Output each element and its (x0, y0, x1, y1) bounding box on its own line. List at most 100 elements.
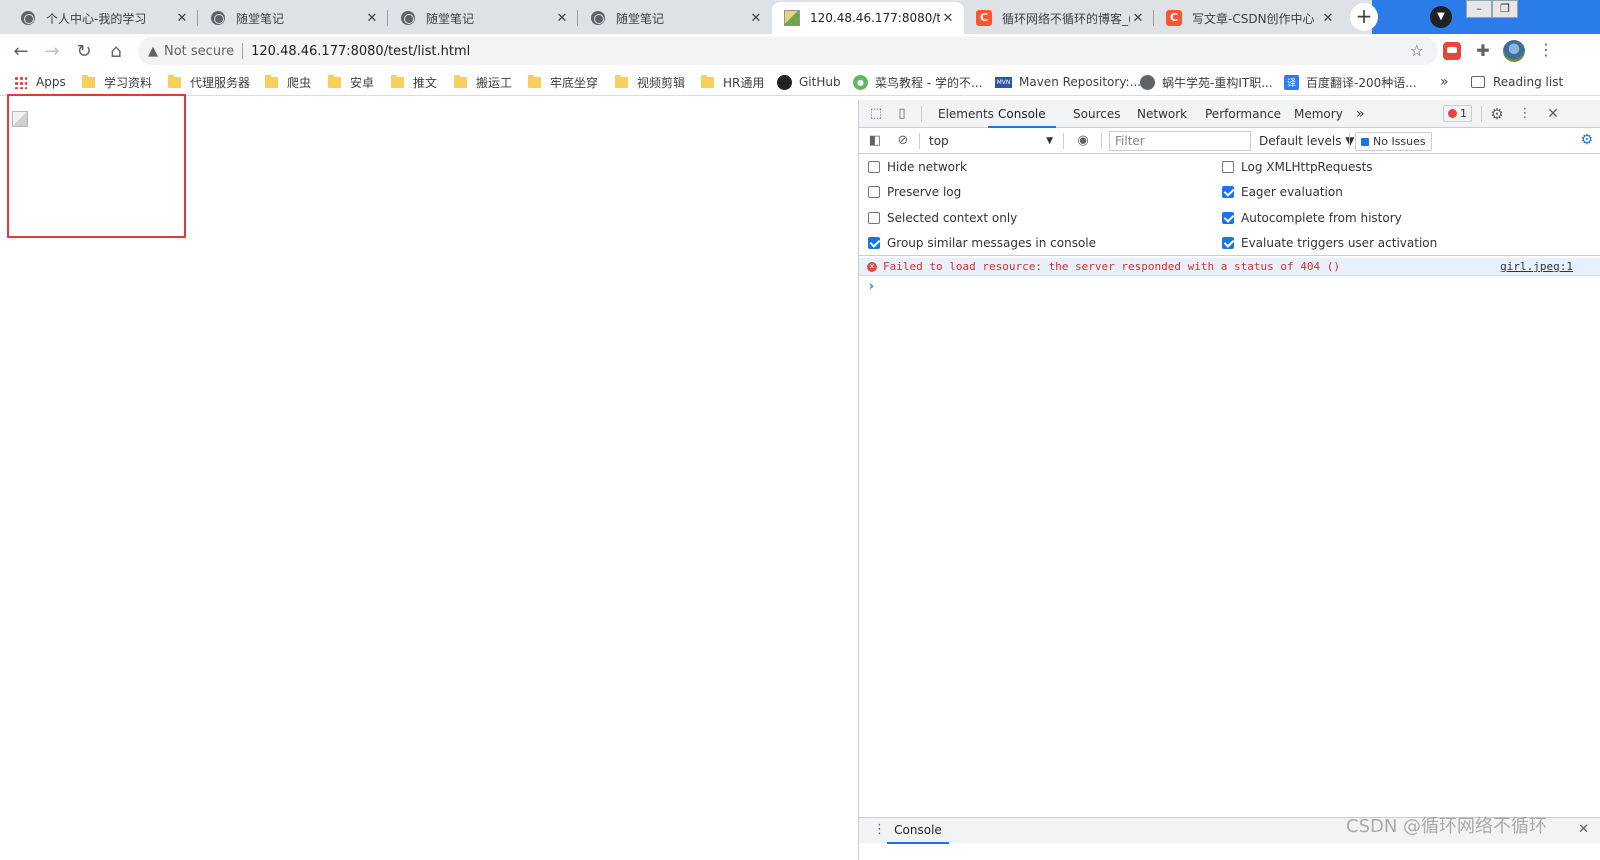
bookmark-star-icon[interactable]: ☆ (1410, 41, 1424, 60)
option-hide-network[interactable]: Hide network (868, 159, 967, 175)
more-tabs-button[interactable]: » (1356, 100, 1365, 128)
bookmark-folder[interactable]: 视频剪辑 (615, 73, 685, 91)
devtools-panel: ⬚ ▯ Elements Console Sources Network Per… (858, 100, 1600, 860)
settings-gear-icon[interactable]: ⚙ (1489, 106, 1505, 122)
checkbox-checked[interactable] (1222, 212, 1234, 224)
back-icon[interactable]: ← (9, 39, 33, 63)
home-icon[interactable]: ⌂ (104, 39, 128, 63)
bookmark-folder[interactable]: 学习资料 (82, 73, 152, 91)
bookmark-folder[interactable]: 推文 (391, 73, 437, 91)
option-log-xhr[interactable]: Log XMLHttpRequests (1222, 159, 1373, 175)
extension-icon[interactable] (1443, 42, 1461, 60)
option-group-similar[interactable]: Group similar messages in console (868, 235, 1096, 251)
device-toolbar-icon[interactable]: ▯ (894, 106, 910, 122)
bookmark-runoob[interactable]: ● 菜鸟教程 - 学的不... (853, 73, 982, 91)
drawer-tab-console[interactable]: Console (887, 818, 949, 844)
tab-sources[interactable]: Sources (1073, 100, 1120, 128)
apps-grid-icon (14, 75, 27, 89)
close-icon[interactable]: ✕ (748, 10, 764, 26)
checkbox[interactable] (868, 212, 880, 224)
issues-button[interactable]: No Issues (1355, 132, 1432, 151)
close-devtools-icon[interactable]: ✕ (1545, 106, 1561, 122)
tab-3[interactable]: 随堂笔记 ✕ (388, 2, 578, 34)
console-prompt[interactable]: › (869, 279, 874, 293)
bookmarks-overflow-button[interactable]: » (1440, 73, 1449, 91)
close-drawer-icon[interactable]: ✕ (1578, 822, 1589, 837)
globe-icon (1140, 74, 1155, 90)
bookmark-folder[interactable]: 搬运工 (454, 73, 512, 91)
bookmark-folder[interactable]: 牢底坐穿 (528, 73, 598, 91)
new-tab-button[interactable]: + (1350, 3, 1378, 31)
close-icon[interactable]: ✕ (1320, 10, 1336, 26)
menu-kebab-icon[interactable]: ⋮ (1538, 40, 1554, 59)
address-bar[interactable]: ▲ Not secure 120.48.46.177:8080/test/lis… (138, 37, 1438, 65)
tab-performance[interactable]: Performance (1205, 100, 1281, 128)
bookmark-snail[interactable]: 蜗牛学苑-重构IT职... (1140, 73, 1273, 91)
close-icon[interactable]: ✕ (554, 10, 570, 26)
inspect-element-icon[interactable]: ⬚ (868, 106, 884, 122)
option-autocomplete-history[interactable]: Autocomplete from history (1222, 210, 1402, 226)
tab-search-icon[interactable]: ▼ (1430, 6, 1452, 28)
close-icon[interactable]: ✕ (940, 10, 956, 26)
console-error-message[interactable]: ✕ Failed to load resource: the server re… (859, 258, 1600, 276)
drawer-kebab-icon[interactable]: ⋮ (873, 822, 886, 837)
checkbox[interactable] (868, 161, 880, 173)
close-icon[interactable]: ✕ (364, 10, 380, 26)
tab-1[interactable]: 个人中心-我的学习 ✕ (8, 2, 198, 34)
tab-7[interactable]: C 写文章-CSDN创作中心 ✕ (1154, 2, 1344, 34)
error-icon: ✕ (867, 262, 877, 272)
log-levels-dropdown[interactable]: Default levels ▼ (1259, 132, 1355, 150)
bookmark-folder[interactable]: HR通用 (701, 73, 764, 91)
broken-image-icon (12, 111, 28, 127)
devtools-kebab-icon[interactable]: ⋮ (1517, 106, 1533, 122)
extensions-puzzle-icon[interactable]: ✚ (1474, 42, 1492, 60)
console-settings-gear-icon[interactable]: ⚙ (1580, 132, 1593, 148)
tab-2[interactable]: 随堂笔记 ✕ (198, 2, 388, 34)
reading-list-button[interactable]: Reading list (1471, 73, 1563, 91)
checkbox-checked[interactable] (868, 237, 880, 249)
tab-4[interactable]: 随堂笔记 ✕ (578, 2, 772, 34)
profile-avatar[interactable] (1503, 40, 1525, 62)
bookmark-folder[interactable]: 代理服务器 (168, 73, 250, 91)
checkbox[interactable] (1222, 161, 1234, 173)
reload-icon[interactable]: ↻ (72, 39, 96, 63)
checkbox-checked[interactable] (1222, 186, 1234, 198)
bookmark-folder[interactable]: 安卓 (328, 73, 374, 91)
restore-icon[interactable]: ❐ (1492, 0, 1518, 18)
bookmark-apps[interactable]: Apps (14, 73, 66, 91)
tab-console[interactable]: Console (988, 100, 1056, 128)
sidebar-toggle-icon[interactable]: ◧ (867, 133, 883, 149)
forward-icon[interactable]: → (40, 39, 64, 63)
close-icon[interactable]: ✕ (1130, 10, 1146, 26)
browser-toolbar: ← → ↻ ⌂ ▲ Not secure 120.48.46.177:8080/… (0, 34, 1600, 68)
message-source-link[interactable]: girl.jpeg:1 (1500, 260, 1573, 273)
tab-title: 随堂笔记 (616, 11, 665, 26)
tab-memory[interactable]: Memory (1294, 100, 1343, 128)
option-preserve-log[interactable]: Preserve log (868, 184, 961, 200)
minimize-icon[interactable]: – (1466, 0, 1492, 18)
bookmark-fanyi[interactable]: 译百度翻译-200种语... (1284, 73, 1417, 91)
tab-active[interactable]: 120.48.46.177:8080/test/ ✕ (772, 2, 964, 34)
live-expression-eye-icon[interactable]: ◉ (1075, 133, 1091, 149)
url-text[interactable]: 120.48.46.177:8080/test/list.html (251, 44, 470, 59)
option-evaluate-triggers[interactable]: Evaluate triggers user activation (1222, 235, 1437, 251)
tab-elements[interactable]: Elements (938, 100, 994, 128)
option-selected-context-only[interactable]: Selected context only (868, 210, 1017, 226)
bookmark-folder[interactable]: 爬虫 (265, 73, 311, 91)
checkbox-checked[interactable] (1222, 237, 1234, 249)
tab-title: 随堂笔记 (426, 11, 475, 26)
context-select[interactable]: top ▼ (925, 132, 1057, 150)
close-icon[interactable]: ✕ (174, 10, 190, 26)
clear-console-icon[interactable]: ⊘ (895, 133, 911, 149)
checkbox[interactable] (868, 186, 880, 198)
chevron-down-icon: ▼ (1046, 136, 1053, 146)
tab-network[interactable]: Network (1137, 100, 1187, 128)
option-eager-evaluation[interactable]: Eager evaluation (1222, 184, 1343, 200)
bookmark-maven[interactable]: MVN Maven Repository:... (995, 73, 1141, 91)
filter-input[interactable] (1109, 131, 1251, 151)
bookmark-github[interactable]: GitHub (777, 73, 841, 91)
tab-6[interactable]: C 循环网络不循环的博客_( ✕ (964, 2, 1154, 34)
error-count-badge[interactable]: 1 (1443, 105, 1472, 122)
folder-icon (701, 74, 714, 88)
security-label[interactable]: Not secure (164, 44, 234, 59)
